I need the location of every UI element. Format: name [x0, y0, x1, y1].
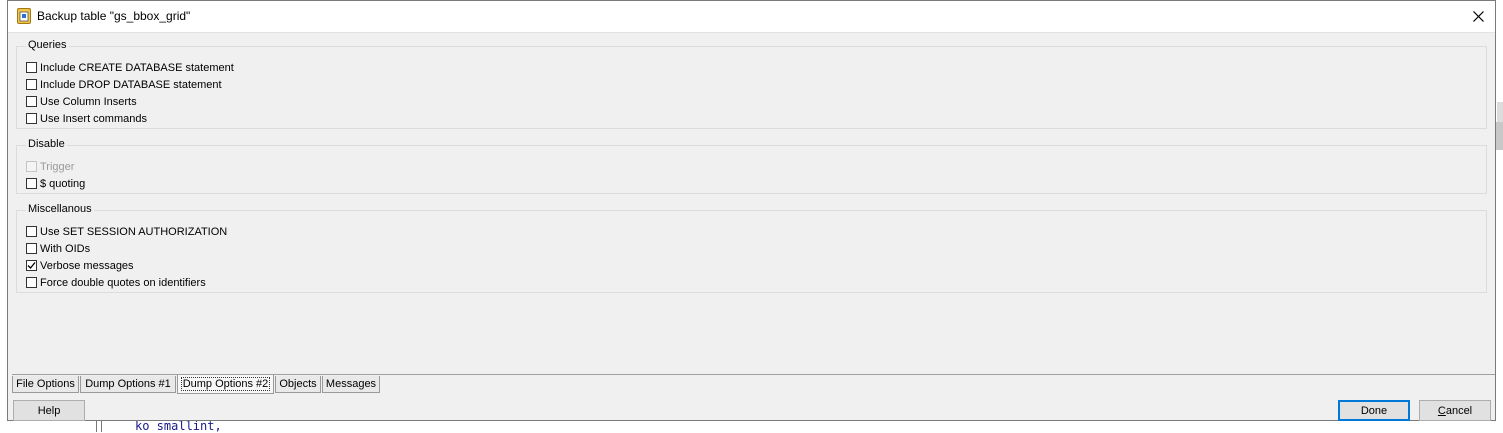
help-button[interactable]: Help: [13, 400, 85, 421]
tab-objects[interactable]: Objects: [275, 376, 321, 393]
miscellanous-group: Miscellanous Use SET SESSION AUTHORIZATI…: [16, 203, 1487, 293]
tab-label: Messages: [325, 378, 377, 390]
done-button-label: Done: [1360, 404, 1388, 417]
option-include-drop-database[interactable]: Include DROP DATABASE statement: [26, 77, 222, 92]
option-label: Force double quotes on identifiers: [40, 276, 206, 289]
checkbox[interactable]: [26, 113, 37, 124]
queries-group-title: Queries: [26, 39, 69, 51]
tab-label: File Options: [16, 378, 75, 390]
option-label: Include DROP DATABASE statement: [40, 78, 222, 91]
checkbox[interactable]: [26, 226, 37, 237]
option-label: $ quoting: [40, 177, 86, 190]
cancel-button[interactable]: Cancel: [1419, 400, 1491, 421]
checkbox-checked[interactable]: [26, 260, 37, 271]
option-label: Trigger: [40, 160, 75, 173]
tab-label: Dump Options #2: [180, 377, 271, 391]
cancel-button-label: Cancel: [1437, 404, 1473, 417]
editor-gutter: [96, 420, 102, 432]
miscellanous-group-title: Miscellanous: [26, 203, 94, 215]
background-scrollbar-thumb: [1495, 122, 1503, 150]
disable-group: Disable Trigger $ quoting: [16, 138, 1487, 194]
done-button[interactable]: Done: [1338, 400, 1410, 421]
background-app-edge: [1495, 0, 1503, 432]
checkbox-disabled: [26, 161, 37, 172]
tab-dump-options-1[interactable]: Dump Options #1: [80, 376, 176, 393]
option-label: With OIDs: [40, 242, 91, 255]
tab-dump-options-2[interactable]: Dump Options #2: [177, 375, 274, 394]
tab-strip: File Options Dump Options #1 Dump Option…: [12, 374, 1495, 395]
close-button[interactable]: [1461, 1, 1495, 32]
option-verbose-messages[interactable]: Verbose messages: [26, 258, 134, 273]
background-editor: ko smallint,: [0, 419, 1503, 433]
option-label: Use SET SESSION AUTHORIZATION: [40, 225, 228, 238]
tab-messages[interactable]: Messages: [322, 376, 380, 393]
editor-code-line: ko smallint,: [135, 419, 222, 433]
checkmark-icon: [27, 262, 36, 269]
option-label: Verbose messages: [40, 259, 134, 272]
tab-label: Dump Options #1: [85, 378, 171, 390]
checkbox[interactable]: [26, 79, 37, 90]
option-use-column-inserts[interactable]: Use Column Inserts: [26, 94, 137, 109]
option-use-insert-commands[interactable]: Use Insert commands: [26, 111, 147, 126]
checkbox[interactable]: [26, 277, 37, 288]
background-scrollbar-track: [1497, 102, 1503, 122]
dialog-titlebar: Backup table "gs_bbox_grid": [8, 1, 1495, 33]
dialog-title: Backup table "gs_bbox_grid": [37, 9, 191, 23]
option-with-oids[interactable]: With OIDs: [26, 241, 90, 256]
option-set-session-authorization[interactable]: Use SET SESSION AUTHORIZATION: [26, 224, 227, 239]
disable-group-title: Disable: [26, 138, 67, 150]
option-label: Include CREATE DATABASE statement: [40, 61, 234, 74]
option-trigger: Trigger: [26, 159, 74, 174]
option-force-double-quotes[interactable]: Force double quotes on identifiers: [26, 275, 206, 290]
checkbox[interactable]: [26, 62, 37, 73]
backup-dialog: Backup table "gs_bbox_grid" Queries Incl…: [7, 0, 1496, 421]
option-label: Use Column Inserts: [40, 95, 137, 108]
backup-table-icon: [17, 8, 31, 24]
option-include-create-database[interactable]: Include CREATE DATABASE statement: [26, 60, 234, 75]
checkbox[interactable]: [26, 243, 37, 254]
close-icon: [1472, 11, 1484, 22]
queries-group: Queries Include CREATE DATABASE statemen…: [16, 39, 1487, 129]
checkbox[interactable]: [26, 178, 37, 189]
tab-file-options[interactable]: File Options: [12, 376, 79, 393]
checkbox[interactable]: [26, 96, 37, 107]
option-label: Use Insert commands: [40, 112, 147, 125]
help-button-label: Help: [37, 404, 61, 417]
tab-label: Objects: [279, 378, 317, 390]
option-dollar-quoting[interactable]: $ quoting: [26, 176, 85, 191]
